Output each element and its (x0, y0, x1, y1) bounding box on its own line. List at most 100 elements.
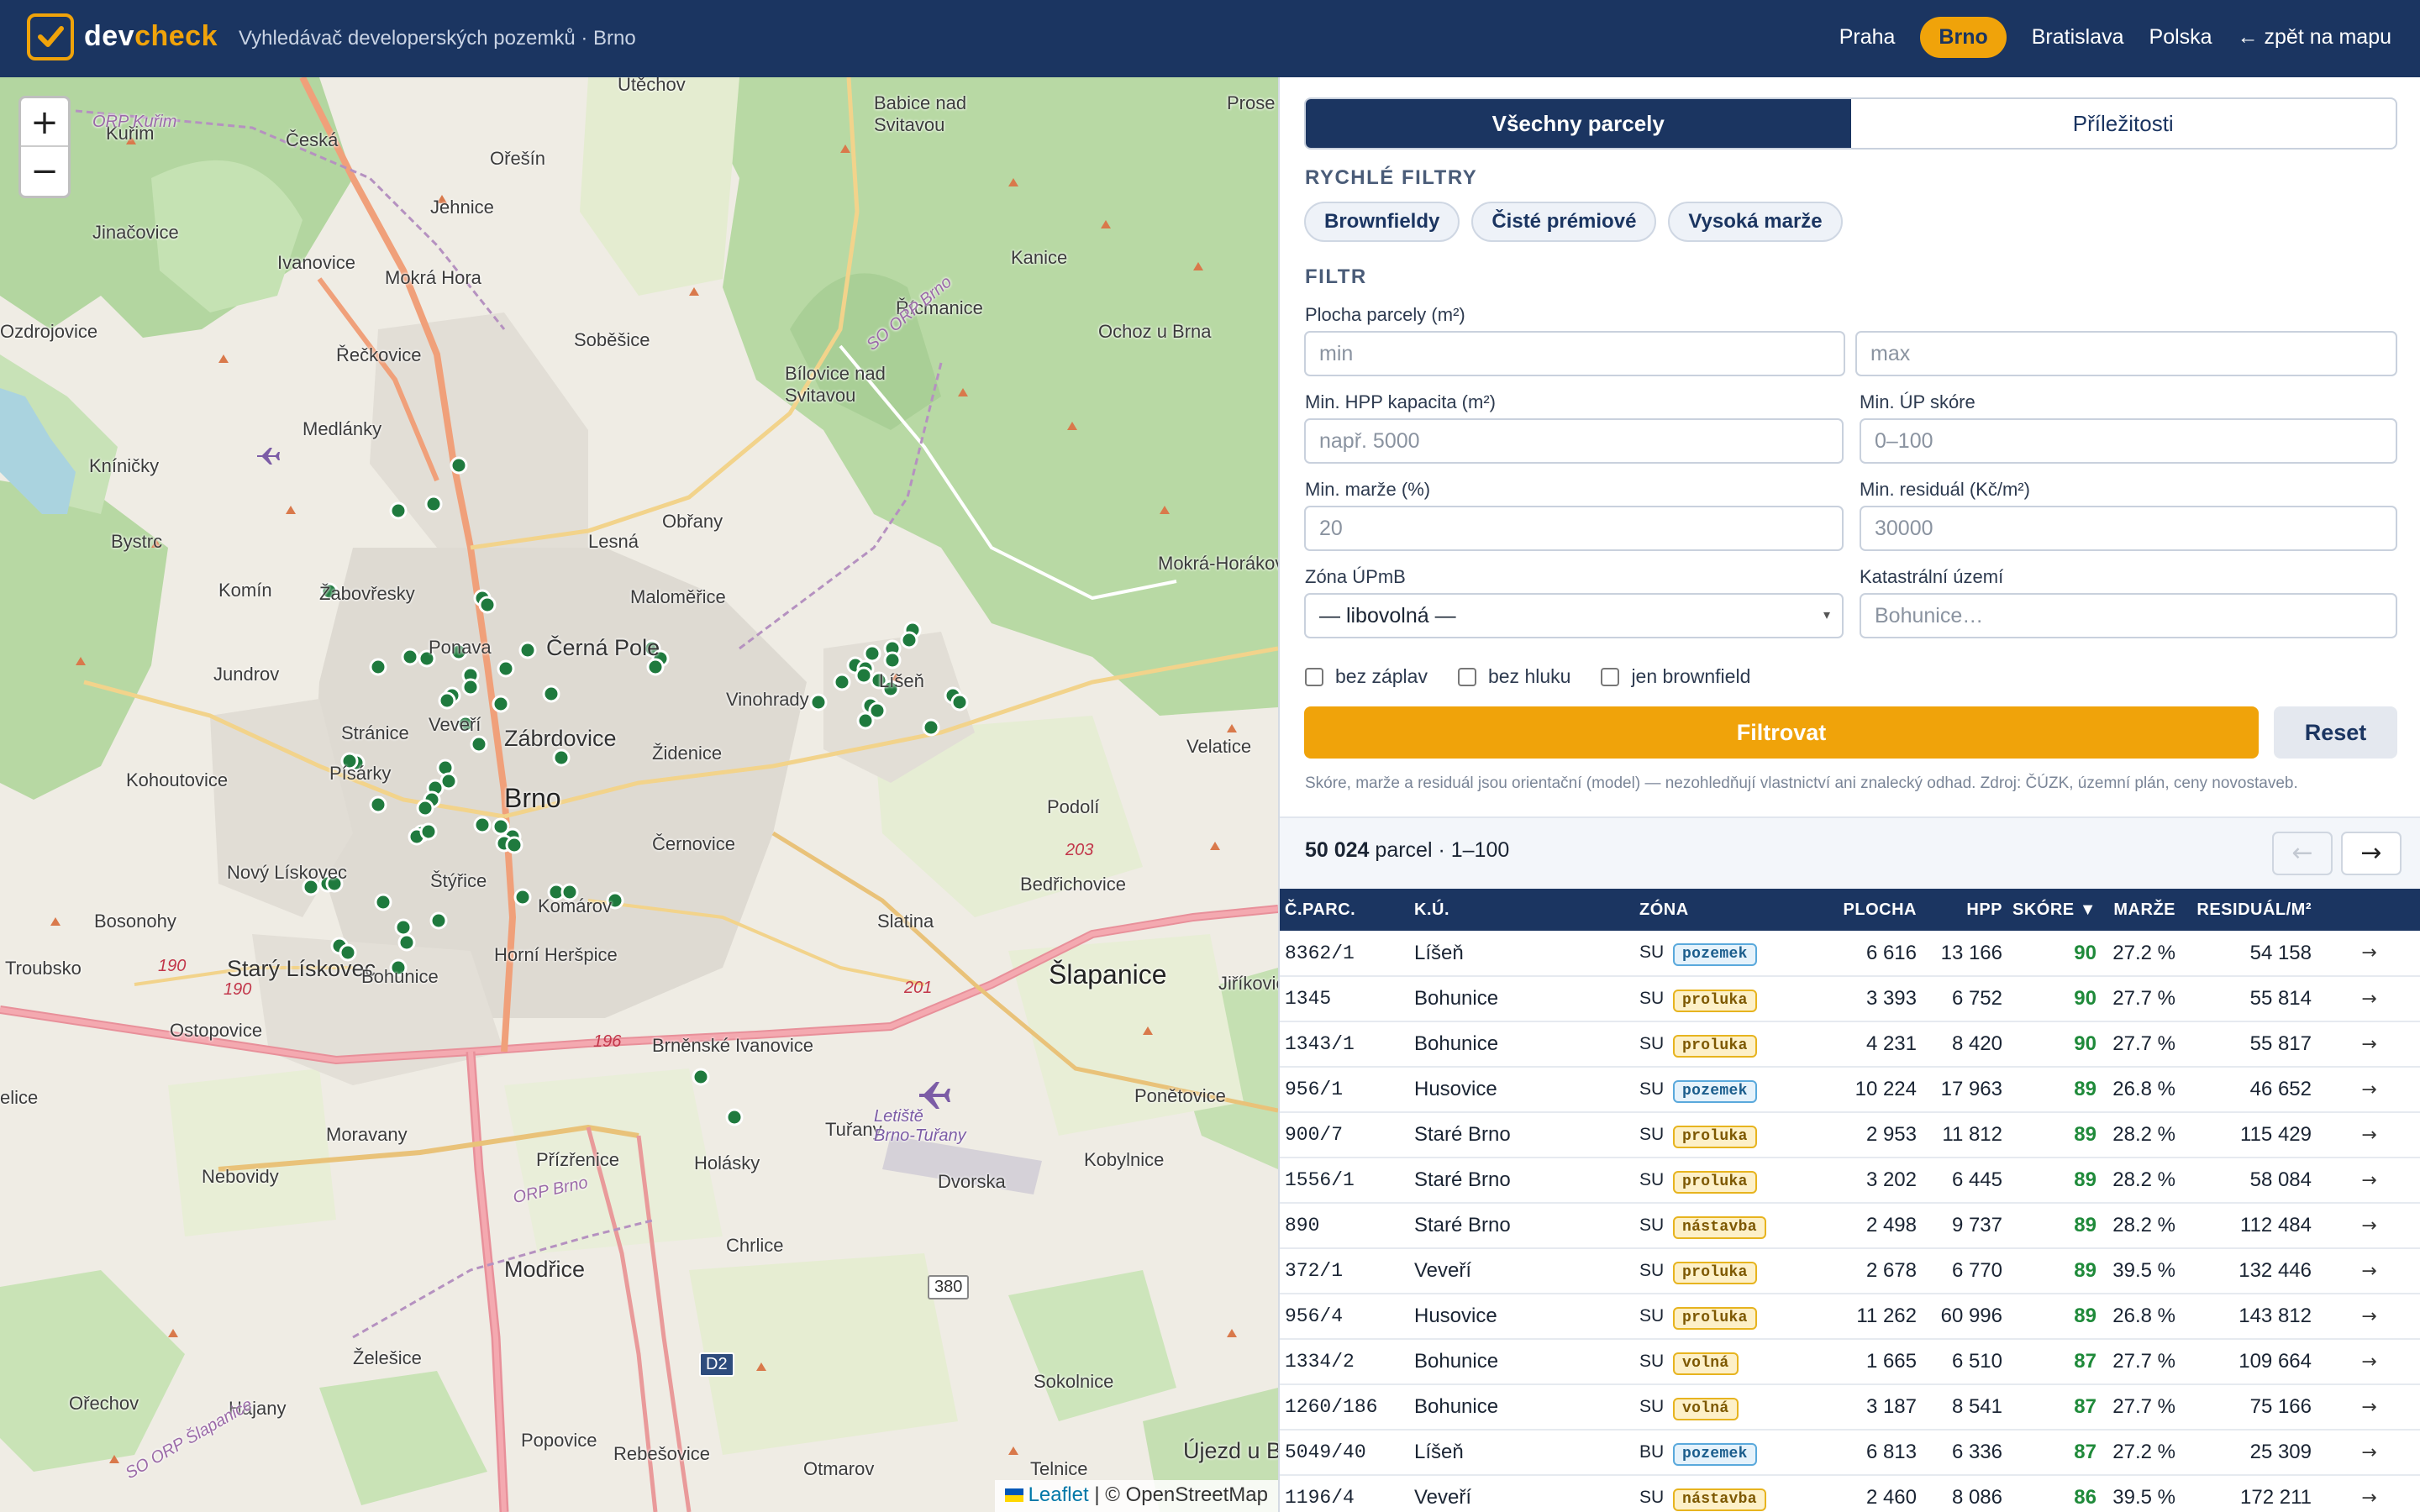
col-cadastre[interactable]: K.Ú. (1409, 889, 1634, 931)
map-label: Otmarov (803, 1458, 875, 1479)
margin-value: 27.7 % (2102, 1021, 2181, 1068)
residual-input[interactable]: 30000 (1860, 506, 2397, 551)
nav-brno[interactable]: Brno (1920, 17, 2007, 58)
col-parcel[interactable]: Č.PARC. (1280, 889, 1409, 931)
table-row[interactable]: 900/7 Staré Brno SU proluka 2 953 11 812 89 28.… (1280, 1112, 2420, 1158)
results-total: 50 024 (1305, 838, 1370, 862)
checkbox-box[interactable] (1457, 667, 1476, 686)
margin-value: 28.2 % (2102, 1112, 2181, 1158)
table-row[interactable]: 1345 Bohunice SU proluka 3 393 6 752 90 27.7 % 5… (1280, 976, 2420, 1022)
row-open-arrow-icon[interactable]: → (2317, 1203, 2420, 1249)
table-row[interactable]: 956/1 Husovice SU pozemek 10 224 17 963 89 26.8… (1280, 1067, 2420, 1113)
map-label: Babice nad Svitavou (874, 92, 967, 135)
checkbox-box[interactable] (1305, 667, 1323, 686)
map-label: Chrlice (726, 1235, 784, 1256)
quick-filter-premium[interactable]: Čisté prémiové (1471, 202, 1657, 242)
filter-button[interactable]: Filtrovat (1304, 706, 2259, 759)
row-open-arrow-icon[interactable]: → (2317, 1021, 2420, 1068)
back-to-map-link[interactable]: ← zpět na mapu (2238, 17, 2391, 58)
table-row[interactable]: 1334/2 Bohunice SU volná 1 665 6 510 87 27.7 % 1… (1280, 1339, 2420, 1385)
table-row[interactable]: 372/1 Veveří SU proluka 2 678 6 770 89 39.5 % 13… (1280, 1248, 2420, 1294)
row-open-arrow-icon[interactable]: → (2317, 1430, 2420, 1476)
hpp-value: 13 166 (1922, 931, 2007, 977)
map-label: Újezd u B (1183, 1438, 1278, 1463)
checkbox-box[interactable] (1601, 667, 1620, 686)
hpp-value: 6 752 (1922, 976, 2007, 1022)
map-label: Popovice (521, 1430, 597, 1451)
col-residual[interactable]: RESIDUÁL/M² (2181, 889, 2317, 931)
reset-button[interactable]: Reset (2274, 706, 2397, 759)
checkbox-brownfield-only[interactable]: jen brownfield (1601, 665, 1750, 688)
row-open-arrow-icon[interactable]: → (2317, 1248, 2420, 1294)
hpp-input[interactable]: např. 5000 (1304, 418, 1844, 464)
cadastre-input[interactable]: Bohunice… (1860, 593, 2397, 638)
up-score-input[interactable]: 0–100 (1860, 418, 2397, 464)
results-bar: 50 024 parcel · 1–100 ← → (1280, 816, 2420, 889)
zoom-in-button[interactable]: + (21, 98, 68, 147)
residual-value: 172 211 (2181, 1475, 2317, 1512)
checkbox-no-flood[interactable]: bez záplav (1305, 665, 1428, 688)
brand-logo[interactable]: devcheck (84, 20, 218, 53)
table-row[interactable]: 1343/1 Bohunice SU proluka 4 231 8 420 90 27.7 … (1280, 1021, 2420, 1068)
row-open-arrow-icon[interactable]: → (2317, 976, 2420, 1022)
quick-filter-high-margin[interactable]: Vysoká marže (1668, 202, 1843, 242)
score-value: 89 (2007, 1294, 2102, 1340)
zone-select[interactable]: — libovolná — (1304, 593, 1844, 638)
row-open-arrow-icon[interactable]: → (2317, 1158, 2420, 1204)
area-value: 1 665 (1809, 1339, 1922, 1385)
table-row[interactable]: 8362/1 Líšeň SU pozemek 6 616 13 166 90 27.2 % 5… (1280, 931, 2420, 977)
table-row[interactable]: 956/4 Husovice SU proluka 11 262 60 996 89 26.8… (1280, 1294, 2420, 1340)
col-area[interactable]: PLOCHA (1809, 889, 1922, 931)
map-label: Kohoutovice (126, 769, 229, 790)
area-value: 4 231 (1809, 1021, 1922, 1068)
map-tiles[interactable] (0, 77, 1278, 1512)
table-row[interactable]: 1260/186 Bohunice SU volná 3 187 8 541 87 27.7 … (1280, 1384, 2420, 1431)
col-zone[interactable]: ZÓNA (1634, 889, 1809, 931)
checkbox-no-noise[interactable]: bez hluku (1457, 665, 1570, 688)
table-row[interactable]: 890 Staré Brno SU nástavba 2 498 9 737 89 28.2 … (1280, 1203, 2420, 1249)
nav-praha[interactable]: Praha (1839, 17, 1896, 58)
map-view[interactable]: Kuřim ORP Kuřim Česká Ořešín Útěchov Bab… (0, 77, 1278, 1512)
table-row[interactable]: 1556/1 Staré Brno SU proluka 3 202 6 445 89 28.… (1280, 1158, 2420, 1204)
next-page-button[interactable]: → (2341, 832, 2402, 875)
table-row[interactable]: 1196/4 Veveří SU nástavba 2 460 8 086 86 39.5 %… (1280, 1475, 2420, 1512)
parcel-type-badge: proluka (1673, 1125, 1757, 1148)
margin-value: 27.7 % (2102, 976, 2181, 1022)
map-label: Mokrá-Horákov (1158, 553, 1278, 574)
leaflet-link[interactable]: Leaflet (1028, 1483, 1089, 1506)
area-max-input[interactable]: max (1855, 331, 2397, 376)
map-label: Jundrov (213, 664, 280, 685)
nav-bratislava[interactable]: Bratislava (2032, 17, 2124, 58)
col-hpp[interactable]: HPP (1922, 889, 2007, 931)
row-open-arrow-icon[interactable]: → (2317, 1294, 2420, 1340)
area-min-input[interactable]: min (1304, 331, 1845, 376)
table-row[interactable]: 5049/40 Líšeň BU pozemek 6 813 6 336 87 27.2 % 2… (1280, 1430, 2420, 1476)
row-open-arrow-icon[interactable]: → (2317, 1475, 2420, 1512)
map-label: Telnice (1030, 1458, 1088, 1479)
zone-cell: SU nástavba (1634, 1203, 1809, 1249)
row-open-arrow-icon[interactable]: → (2317, 1384, 2420, 1431)
col-margin[interactable]: MARŽE (2102, 889, 2181, 931)
map-label: Slatina (877, 911, 934, 932)
row-open-arrow-icon[interactable]: → (2317, 931, 2420, 977)
margin-input[interactable]: 20 (1304, 506, 1844, 551)
zoom-out-button[interactable]: − (21, 147, 68, 196)
col-score[interactable]: SKÓRE ▼ (2007, 889, 2102, 931)
checkbox-logo-icon[interactable] (27, 13, 74, 60)
map-label: Bohunice (361, 966, 439, 987)
row-open-arrow-icon[interactable]: → (2317, 1067, 2420, 1113)
road-number: 203 (1065, 841, 1094, 859)
quick-filter-brownfields[interactable]: Brownfieldy (1304, 202, 1460, 242)
map-label: Horní Heršpice (494, 944, 618, 965)
tab-opportunities[interactable]: Příležitosti (1851, 99, 2396, 148)
area-value: 6 813 (1809, 1430, 1922, 1476)
tab-all-parcels[interactable]: Všechny parcely (1306, 99, 1851, 148)
row-open-arrow-icon[interactable]: → (2317, 1112, 2420, 1158)
prev-page-button[interactable]: ← (2272, 832, 2333, 875)
app-tagline: Vyhledávač developerských pozemků · Brno (239, 27, 636, 50)
map-label: Brno (504, 783, 561, 813)
parcel-number: 1196/4 (1280, 1475, 1409, 1512)
map-label: Holásky (694, 1152, 760, 1173)
nav-polska[interactable]: Polska (2149, 17, 2212, 58)
row-open-arrow-icon[interactable]: → (2317, 1339, 2420, 1385)
